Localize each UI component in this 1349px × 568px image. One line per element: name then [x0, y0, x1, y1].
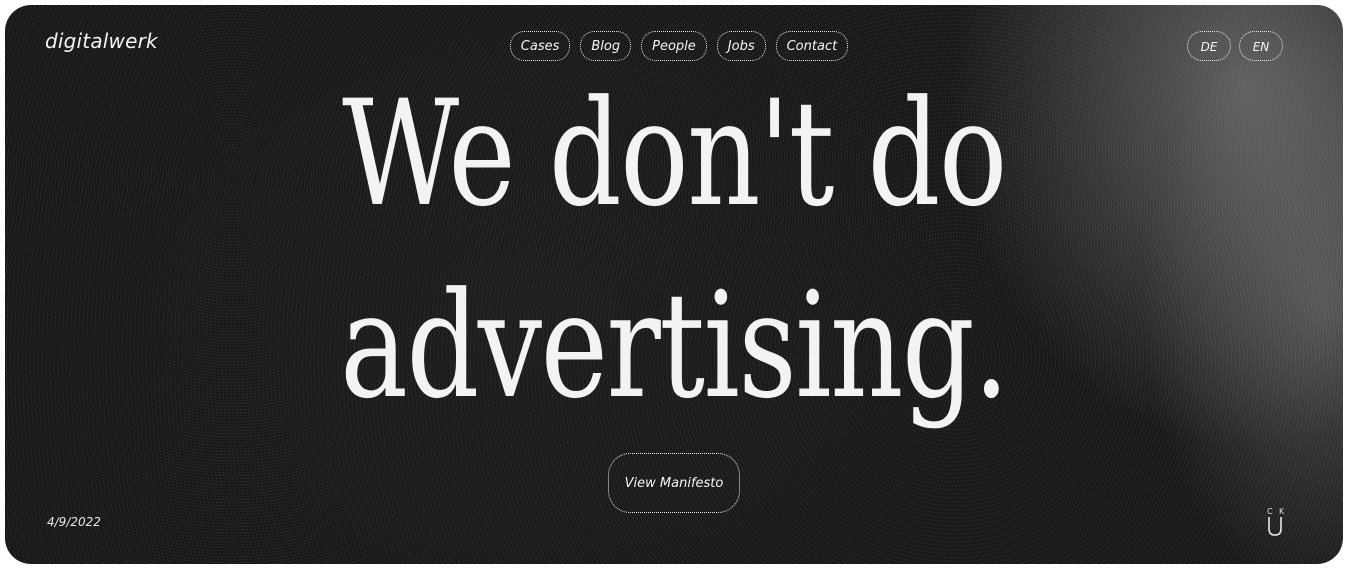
ck-u-monogram-icon: C K: [1263, 505, 1287, 537]
date-label: 4/9/2022: [47, 515, 101, 529]
nav-item-contact[interactable]: Contact: [775, 31, 849, 61]
nav-item-cases[interactable]: Cases: [509, 31, 571, 61]
hero-frame: digitalwerk Cases Blog People Jobs Conta…: [5, 5, 1343, 564]
nav-item-people[interactable]: People: [641, 31, 707, 61]
mark-letter-c: C: [1267, 507, 1273, 516]
language-de-button[interactable]: DE: [1187, 31, 1231, 61]
language-en-button[interactable]: EN: [1239, 31, 1283, 61]
nav-item-jobs[interactable]: Jobs: [716, 31, 766, 61]
language-switcher: DE EN: [1187, 31, 1283, 61]
view-manifesto-button[interactable]: View Manifesto: [608, 453, 740, 513]
nav-item-blog[interactable]: Blog: [580, 31, 632, 61]
hero-headline-line-1: We don't do: [342, 69, 1007, 239]
main-nav: Cases Blog People Jobs Contact: [5, 31, 1343, 61]
hero-headline-line-2: advertising.: [340, 261, 1009, 431]
mark-letter-k: K: [1279, 507, 1285, 516]
